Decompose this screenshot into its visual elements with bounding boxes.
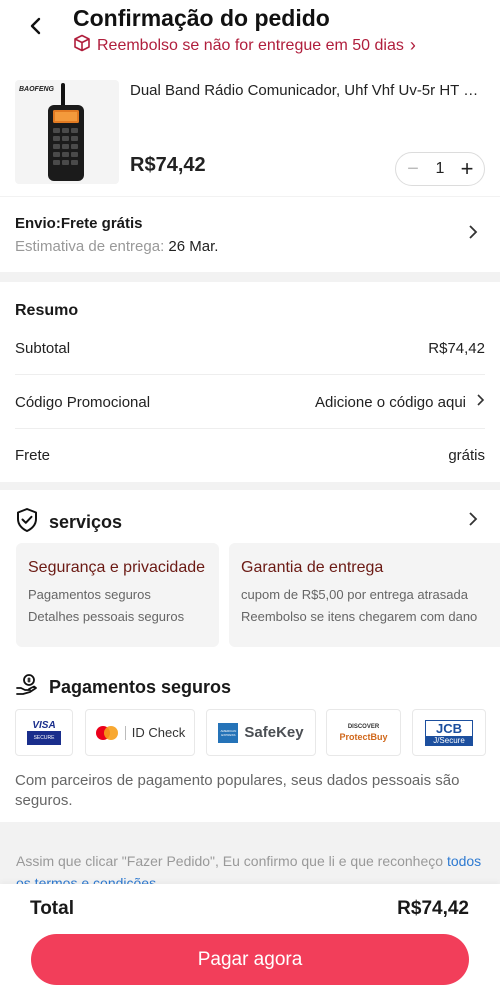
quantity-stepper: − 1 + [395, 152, 485, 186]
promo-code-row[interactable]: Código Promocional Adicione o código aqu… [15, 376, 485, 429]
service-card-delivery[interactable]: Garantia de entrega cupom de R$5,00 por … [229, 543, 500, 647]
subtotal-label: Subtotal [15, 339, 71, 357]
discover-protectbuy-logo: DISCOVER ProtectBuy [326, 709, 401, 756]
product-card: BAOFENG Dual Band Rádio Comunicador, Uhf… [0, 64, 500, 196]
shipping-cost-row: Frete grátis [15, 429, 485, 482]
services-header[interactable]: serviços [15, 507, 122, 538]
decrease-quantity-button[interactable]: − [404, 158, 422, 181]
chevron-right-icon: › [409, 35, 416, 55]
quantity-value[interactable]: 1 [436, 160, 445, 178]
shipping-option[interactable]: Envio:Frete grátis Estimativa de entrega… [0, 197, 500, 272]
header: Confirmação do pedido Reembolso se não f… [0, 0, 500, 64]
brand-logo: BAOFENG [19, 86, 55, 93]
amex-safekey-logo: AMERICAN EXPRESS SafeKey [206, 709, 316, 756]
subtotal-row: Subtotal R$74,42 [15, 322, 485, 375]
box-icon [73, 34, 91, 57]
service-card-title: Garantia de entrega [241, 559, 384, 576]
payment-security-note: Com parceiros de pagamento populares, se… [15, 772, 460, 809]
delivery-date: 26 Mar. [168, 238, 219, 255]
hand-coin-icon [15, 673, 39, 702]
product-name[interactable]: Dual Band Rádio Comunicador, Uhf Vhf Uv-… [130, 82, 485, 99]
shield-check-icon [15, 507, 39, 538]
add-promo-code-link[interactable]: Adicione o código aqui [315, 394, 466, 411]
total-label: Total [30, 898, 74, 919]
jcb-jsecure-logo: JCB J/Secure [412, 709, 486, 756]
service-card-line: Detalhes pessoais seguros [28, 609, 185, 624]
shipping-title: Envio:Frete grátis [15, 215, 143, 232]
service-card-line: cupom de R$5,00 por entrega atrasada [241, 587, 468, 602]
back-arrow-icon[interactable] [22, 12, 50, 40]
secure-payments-header: Pagamentos seguros [15, 673, 231, 702]
pay-now-button[interactable]: Pagar agora [31, 934, 469, 985]
refund-guarantee-link[interactable]: Reembolso se não for entregue em 50 dias… [73, 34, 416, 57]
product-image[interactable]: BAOFENG [15, 80, 119, 184]
checkout-footer: Total R$74,42 Pagar agora [0, 884, 500, 998]
promo-code-label: Código Promocional [15, 393, 151, 411]
delivery-estimate: Estimativa de entrega: 26 Mar. [15, 238, 219, 255]
refund-note: Reembolso se não for entregue em 50 dias [97, 36, 404, 54]
chevron-right-icon[interactable] [468, 224, 478, 245]
total-value: R$74,42 [397, 898, 469, 919]
visa-logo: VISA SECURE [15, 709, 73, 756]
summary-title: Resumo [15, 302, 79, 319]
service-card-title: Segurança e privacidade [28, 559, 206, 576]
increase-quantity-button[interactable]: + [458, 156, 476, 182]
terms-text: Assim que clicar "Fazer Pedido", Eu conf… [16, 850, 486, 888]
shipping-cost-value: grátis [448, 447, 485, 464]
shipping-cost-label: Frete [15, 447, 51, 464]
service-card-line: Reembolso se itens chegarem com dano [241, 609, 478, 624]
order-summary: Resumo Subtotal R$74,42 Código Promocion… [0, 282, 500, 482]
chevron-right-icon[interactable] [476, 393, 485, 411]
product-price: R$74,42 [130, 154, 206, 176]
mastercard-logo: ID Check [85, 709, 195, 756]
chevron-right-icon[interactable] [468, 511, 478, 532]
services-section: serviços Segurança e privacidade Pagamen… [0, 490, 500, 822]
page-title: Confirmação do pedido [73, 5, 330, 31]
subtotal-value: R$74,42 [428, 339, 485, 357]
service-card-line: Pagamentos seguros [28, 587, 151, 602]
service-card-security[interactable]: Segurança e privacidade Pagamentos segur… [16, 543, 219, 647]
payment-logos: VISA SECURE ID Check AMERICAN EXPRESS Sa… [15, 709, 500, 757]
secure-payments-title: Pagamentos seguros [49, 677, 232, 697]
services-title: serviços [49, 512, 123, 532]
